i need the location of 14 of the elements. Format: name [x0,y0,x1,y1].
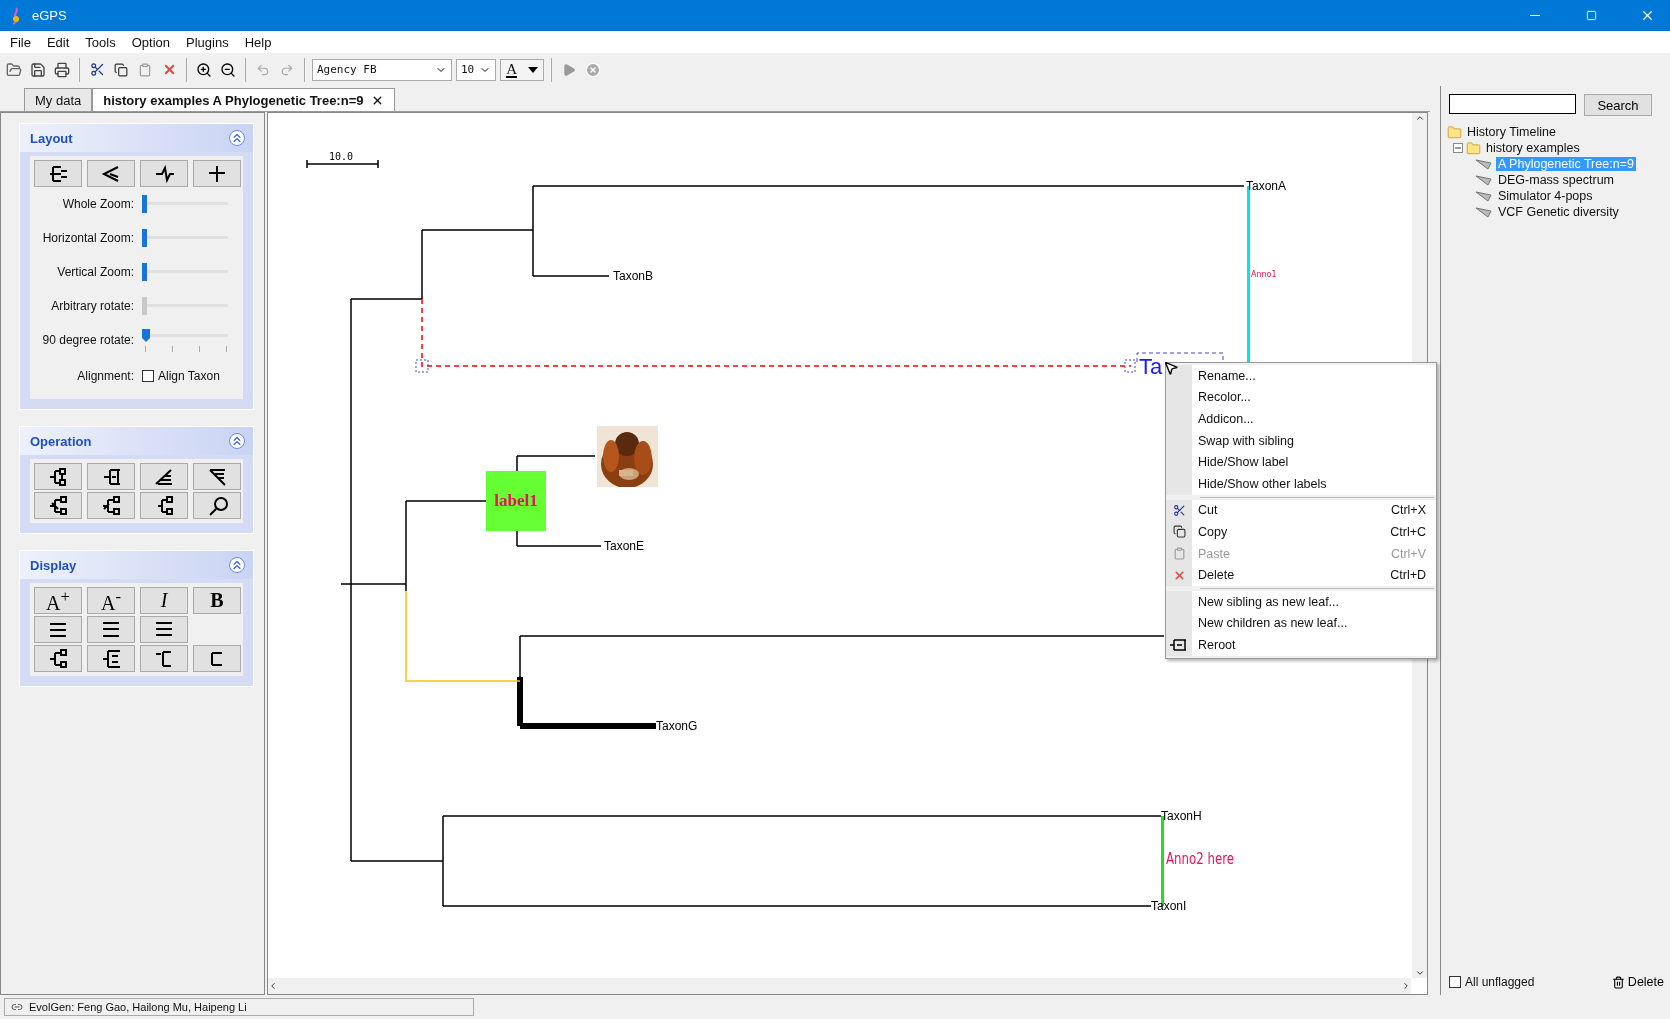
section-title: Layout [30,130,73,146]
section-title: Operation [30,433,92,449]
annotation-label: Anno1 [1251,270,1277,279]
slider-label: Horizontal Zoom: [41,231,135,245]
slider-label: 90 degree rotate: [41,333,135,347]
section-title: Display [30,557,77,573]
slider-label: Arbitrary rotate: [50,299,135,313]
scale-label: 10.0 [329,151,354,162]
slider-label: Whole Zoom: [61,197,135,211]
status-text: EvolGen: Feng Gao, Hailong Mu, Haipeng Li [29,1001,247,1013]
window-title: eGPS [32,8,68,23]
slider-label: Vertical Zoom: [56,265,135,279]
alignment-label: Alignment: [76,369,135,383]
annotation-label: Anno2 here [1166,849,1259,868]
